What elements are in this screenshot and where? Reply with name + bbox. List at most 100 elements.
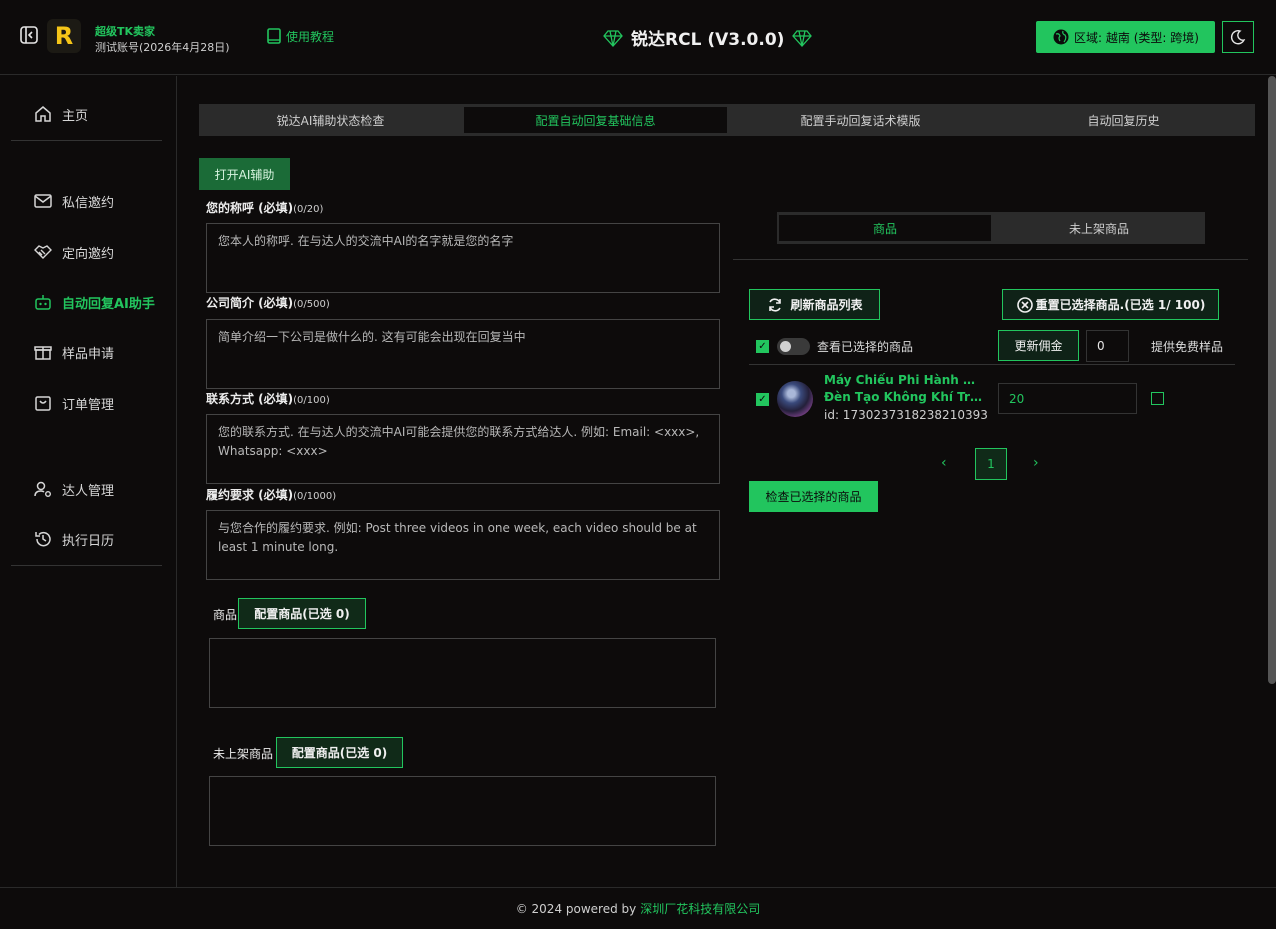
bag-icon bbox=[35, 396, 51, 411]
scrollbar[interactable] bbox=[1268, 76, 1276, 684]
region-button[interactable]: 区域: 越南 (类型: 跨境) bbox=[1036, 21, 1215, 53]
refresh-products-button[interactable]: 刷新商品列表 bbox=[749, 289, 880, 320]
panel-divider bbox=[733, 259, 1248, 260]
view-selected-toggle[interactable] bbox=[777, 338, 810, 355]
reset-selected-products-button[interactable]: 重置已选择商品.(已选 1/ 100) bbox=[1002, 289, 1219, 320]
robot-icon bbox=[35, 295, 51, 310]
sidebar-item-label: 订单管理 bbox=[62, 397, 115, 413]
footer: © 2024 powered by 深圳厂花科技有限公司 bbox=[0, 887, 1276, 929]
contact-field[interactable] bbox=[206, 414, 720, 484]
segment-unlisted-products[interactable]: 未上架商品 bbox=[993, 212, 1205, 244]
sidebar-item-label: 定向邀约 bbox=[62, 246, 115, 262]
sidebar-item-creator-management[interactable]: 达人管理 bbox=[33, 478, 114, 500]
char-count: (0/1000) bbox=[293, 491, 337, 502]
sidebar-item-order-management[interactable]: 订单管理 bbox=[33, 392, 114, 414]
sidebar-item-home[interactable]: 主页 bbox=[33, 103, 88, 125]
tutorial-link[interactable]: 使用教程 bbox=[265, 27, 334, 45]
refresh-icon bbox=[769, 297, 782, 312]
field-label-text: 公司简介 (必填) bbox=[206, 296, 294, 310]
char-count: (0/100) bbox=[293, 395, 330, 406]
refresh-label: 刷新商品列表 bbox=[790, 298, 863, 312]
commission-input[interactable]: 0 bbox=[1086, 330, 1129, 362]
configure-unlisted-products-button[interactable]: 配置商品(已选 0) bbox=[276, 737, 403, 768]
field-label-text: 您的称呼 (必填) bbox=[206, 201, 294, 215]
requirement-field-label: 履约要求 (必填)(0/1000) bbox=[206, 486, 336, 503]
view-selected-label: 查看已选择的商品 bbox=[817, 340, 914, 354]
app-title: 锐达RCL (V3.0.0) bbox=[603, 25, 813, 50]
product-name-line: Máy Chiếu Phi Hành Gia, bbox=[824, 373, 984, 387]
name-field[interactable] bbox=[206, 223, 720, 293]
field-label-text: 履约要求 (必填) bbox=[206, 488, 294, 502]
mail-icon bbox=[34, 194, 52, 208]
account-info: 测试账号(2026年4月28日) bbox=[95, 41, 230, 54]
reset-label: 重置已选择商品.(已选 1/ 100) bbox=[1035, 298, 1206, 312]
check-selected-products-button[interactable]: 检查已选择的商品 bbox=[749, 481, 878, 512]
app-logo: R bbox=[47, 19, 81, 53]
table-divider bbox=[749, 364, 1235, 365]
sidebar-divider bbox=[11, 565, 162, 566]
theme-toggle-button[interactable] bbox=[1222, 21, 1254, 53]
tab-ai-status-check[interactable]: 锐达AI辅助状态检查 bbox=[199, 104, 462, 136]
sidebar-divider bbox=[11, 140, 162, 141]
company-intro-field[interactable] bbox=[206, 319, 720, 389]
product-id: id: 1730237318238210393 bbox=[824, 408, 988, 422]
sidebar-item-targeted-invite[interactable]: 定向邀约 bbox=[33, 241, 114, 263]
handshake-icon bbox=[34, 245, 52, 259]
user-cog-icon bbox=[34, 481, 51, 497]
page-title: 锐达RCL (V3.0.0) bbox=[631, 30, 785, 50]
sidebar-item-label: 主页 bbox=[62, 108, 89, 124]
region-label: 区域: 越南 (类型: 跨境) bbox=[1074, 30, 1199, 45]
fulfillment-requirement-field[interactable] bbox=[206, 510, 720, 580]
footer-text: © 2024 powered by bbox=[515, 901, 637, 916]
prev-page-icon[interactable]: ‹ bbox=[941, 455, 947, 471]
company-field-label: 公司简介 (必填)(0/500) bbox=[206, 294, 330, 311]
product-name[interactable]: Máy Chiếu Phi Hành Gia, Đèn Tạo Không Kh… bbox=[824, 372, 984, 406]
sidebar-item-label: 执行日历 bbox=[62, 533, 115, 549]
gift-icon bbox=[34, 346, 52, 360]
free-sample-checkbox[interactable] bbox=[1151, 392, 1164, 405]
sidebar-item-label: 私信邀约 bbox=[62, 195, 115, 211]
sidebar-item-auto-reply-ai[interactable]: 自动回复AI助手 bbox=[33, 291, 155, 313]
page-number-button[interactable]: 1 bbox=[975, 448, 1007, 480]
globe-icon bbox=[1053, 29, 1069, 45]
open-ai-assist-button[interactable]: 打开AI辅助 bbox=[199, 158, 290, 190]
name-field-label: 您的称呼 (必填)(0/20) bbox=[206, 199, 323, 216]
diamond-icon bbox=[603, 29, 623, 47]
book-icon bbox=[267, 28, 281, 44]
selected-unlisted-products-box bbox=[209, 776, 716, 846]
diamond-icon bbox=[792, 29, 813, 47]
contact-field-label: 联系方式 (必填)(0/100) bbox=[206, 390, 330, 407]
tutorial-label: 使用教程 bbox=[286, 29, 335, 44]
toggle-knob bbox=[780, 341, 791, 352]
selected-products-box bbox=[209, 638, 716, 708]
select-all-checkbox[interactable]: ✓ bbox=[756, 340, 769, 353]
char-count: (0/20) bbox=[293, 204, 324, 215]
company-link[interactable]: 深圳厂花科技有限公司 bbox=[640, 900, 760, 917]
app-name: 超级TK卖家 bbox=[95, 25, 156, 38]
product-commission-input[interactable]: 20 bbox=[998, 383, 1137, 414]
product-type-switch: 商品 未上架商品 bbox=[777, 212, 1205, 244]
sidebar-item-label: 样品申请 bbox=[62, 346, 115, 362]
next-page-icon[interactable]: › bbox=[1033, 455, 1039, 471]
product-thumbnail bbox=[777, 381, 813, 417]
sidebar-item-label: 自动回复AI助手 bbox=[62, 296, 155, 312]
field-label-text: 联系方式 (必填) bbox=[206, 392, 294, 406]
product-row-checkbox[interactable]: ✓ bbox=[756, 393, 769, 406]
sidebar-collapse-icon[interactable] bbox=[19, 25, 39, 45]
tab-auto-reply-history[interactable]: 自动回复历史 bbox=[992, 104, 1255, 136]
update-commission-button[interactable]: 更新佣金 bbox=[998, 330, 1079, 361]
sidebar-item-sample-request[interactable]: 样品申请 bbox=[33, 341, 114, 363]
sidebar-item-dm-invite[interactable]: 私信邀约 bbox=[33, 190, 114, 212]
sidebar-item-label: 达人管理 bbox=[62, 483, 115, 499]
tab-auto-reply-config[interactable]: 配置自动回复基础信息 bbox=[464, 107, 727, 133]
history-icon bbox=[35, 531, 51, 547]
moon-icon bbox=[1230, 30, 1246, 45]
configure-products-button[interactable]: 配置商品(已选 0) bbox=[238, 598, 366, 629]
product-name-line: Đèn Tạo Không Khí Tro... bbox=[824, 390, 984, 404]
unlisted-products-label: 未上架商品 bbox=[213, 747, 274, 761]
sidebar-item-execution-calendar[interactable]: 执行日历 bbox=[33, 528, 114, 550]
top-header: R 超级TK卖家 测试账号(2026年4月28日) 使用教程 锐达RCL (V3… bbox=[0, 0, 1276, 75]
segment-products[interactable]: 商品 bbox=[779, 215, 991, 241]
close-circle-icon bbox=[1016, 296, 1033, 313]
tab-manual-reply-templates[interactable]: 配置手动回复话术模版 bbox=[729, 104, 992, 136]
